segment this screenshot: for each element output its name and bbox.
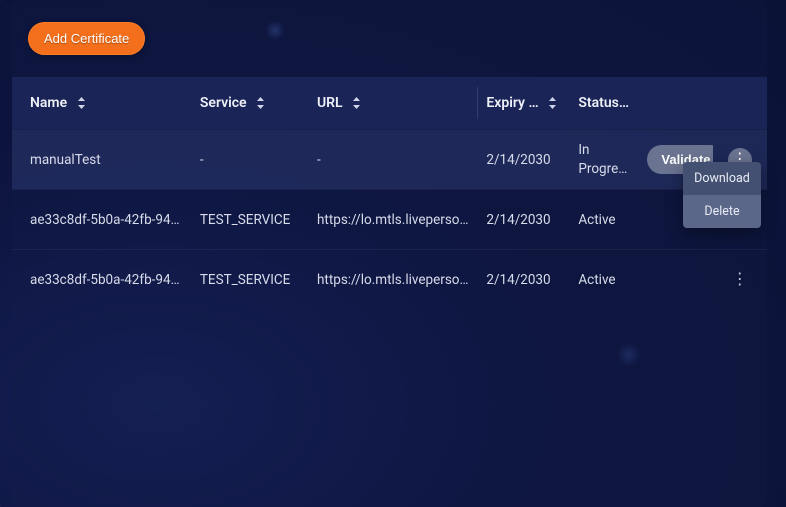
column-header-action	[639, 77, 712, 130]
toolbar: Add Certificate	[12, 0, 767, 77]
sort-icon	[548, 97, 557, 109]
cell-menu: ⋮ Download Delete	[713, 130, 767, 190]
cell-action	[639, 250, 712, 310]
cell-name: ae33c8df-5b0a-42fb-94…	[12, 190, 192, 250]
column-header-url[interactable]: URL	[309, 77, 478, 130]
kebab-icon: ⋮	[732, 272, 748, 288]
column-header-service[interactable]: Service	[192, 77, 309, 130]
cell-service: -	[192, 130, 309, 190]
column-label: URL	[317, 95, 343, 111]
cell-service: TEST_SERVICE	[192, 190, 309, 250]
column-label: Name	[30, 95, 67, 111]
column-label: Service	[200, 95, 247, 111]
certificates-table: Name Service URL	[12, 77, 767, 310]
sort-desc-icon	[628, 99, 638, 107]
cell-name: ae33c8df-5b0a-42fb-94…	[12, 250, 192, 310]
cell-status: Active	[570, 190, 639, 250]
cell-url: https://lo.mtls.liveperso…	[309, 250, 478, 310]
add-certificate-button[interactable]: Add Certificate	[28, 22, 145, 55]
cell-expiry: 2/14/2030	[478, 250, 570, 310]
column-label: Expiry …	[486, 95, 538, 111]
cell-service: TEST_SERVICE	[192, 250, 309, 310]
table-row[interactable]: manualTest - - 2/14/2030 In Progress Val…	[12, 130, 767, 190]
sort-icon	[352, 97, 361, 109]
cell-status: In Progress	[570, 130, 639, 190]
menu-item-delete[interactable]: Delete	[683, 195, 761, 228]
sort-icon	[77, 97, 86, 109]
column-header-status[interactable]: Status	[570, 77, 639, 130]
column-label: Status	[578, 95, 629, 111]
cell-status: Active	[570, 250, 639, 310]
sort-icon	[256, 97, 265, 109]
cell-menu: ⋮	[713, 250, 767, 310]
cell-expiry: 2/14/2030	[478, 190, 570, 250]
table-row[interactable]: ae33c8df-5b0a-42fb-94… TEST_SERVICE http…	[12, 190, 767, 250]
column-header-name[interactable]: Name	[12, 77, 192, 130]
column-header-expiry[interactable]: Expiry …	[478, 77, 570, 130]
table-header-row: Name Service URL	[12, 77, 767, 130]
cell-url: -	[309, 130, 478, 190]
cell-name: manualTest	[12, 130, 192, 190]
cell-expiry: 2/14/2030	[478, 130, 570, 190]
table-row[interactable]: ae33c8df-5b0a-42fb-94… TEST_SERVICE http…	[12, 250, 767, 310]
certificates-panel: Add Certificate Name Service	[12, 0, 767, 507]
menu-item-download[interactable]: Download	[683, 162, 761, 195]
column-header-menu	[713, 77, 767, 130]
cell-url: https://lo.mtls.liveperso…	[309, 190, 478, 250]
row-menu-button[interactable]: ⋮	[728, 268, 752, 292]
row-menu-dropdown: Download Delete	[683, 162, 761, 228]
